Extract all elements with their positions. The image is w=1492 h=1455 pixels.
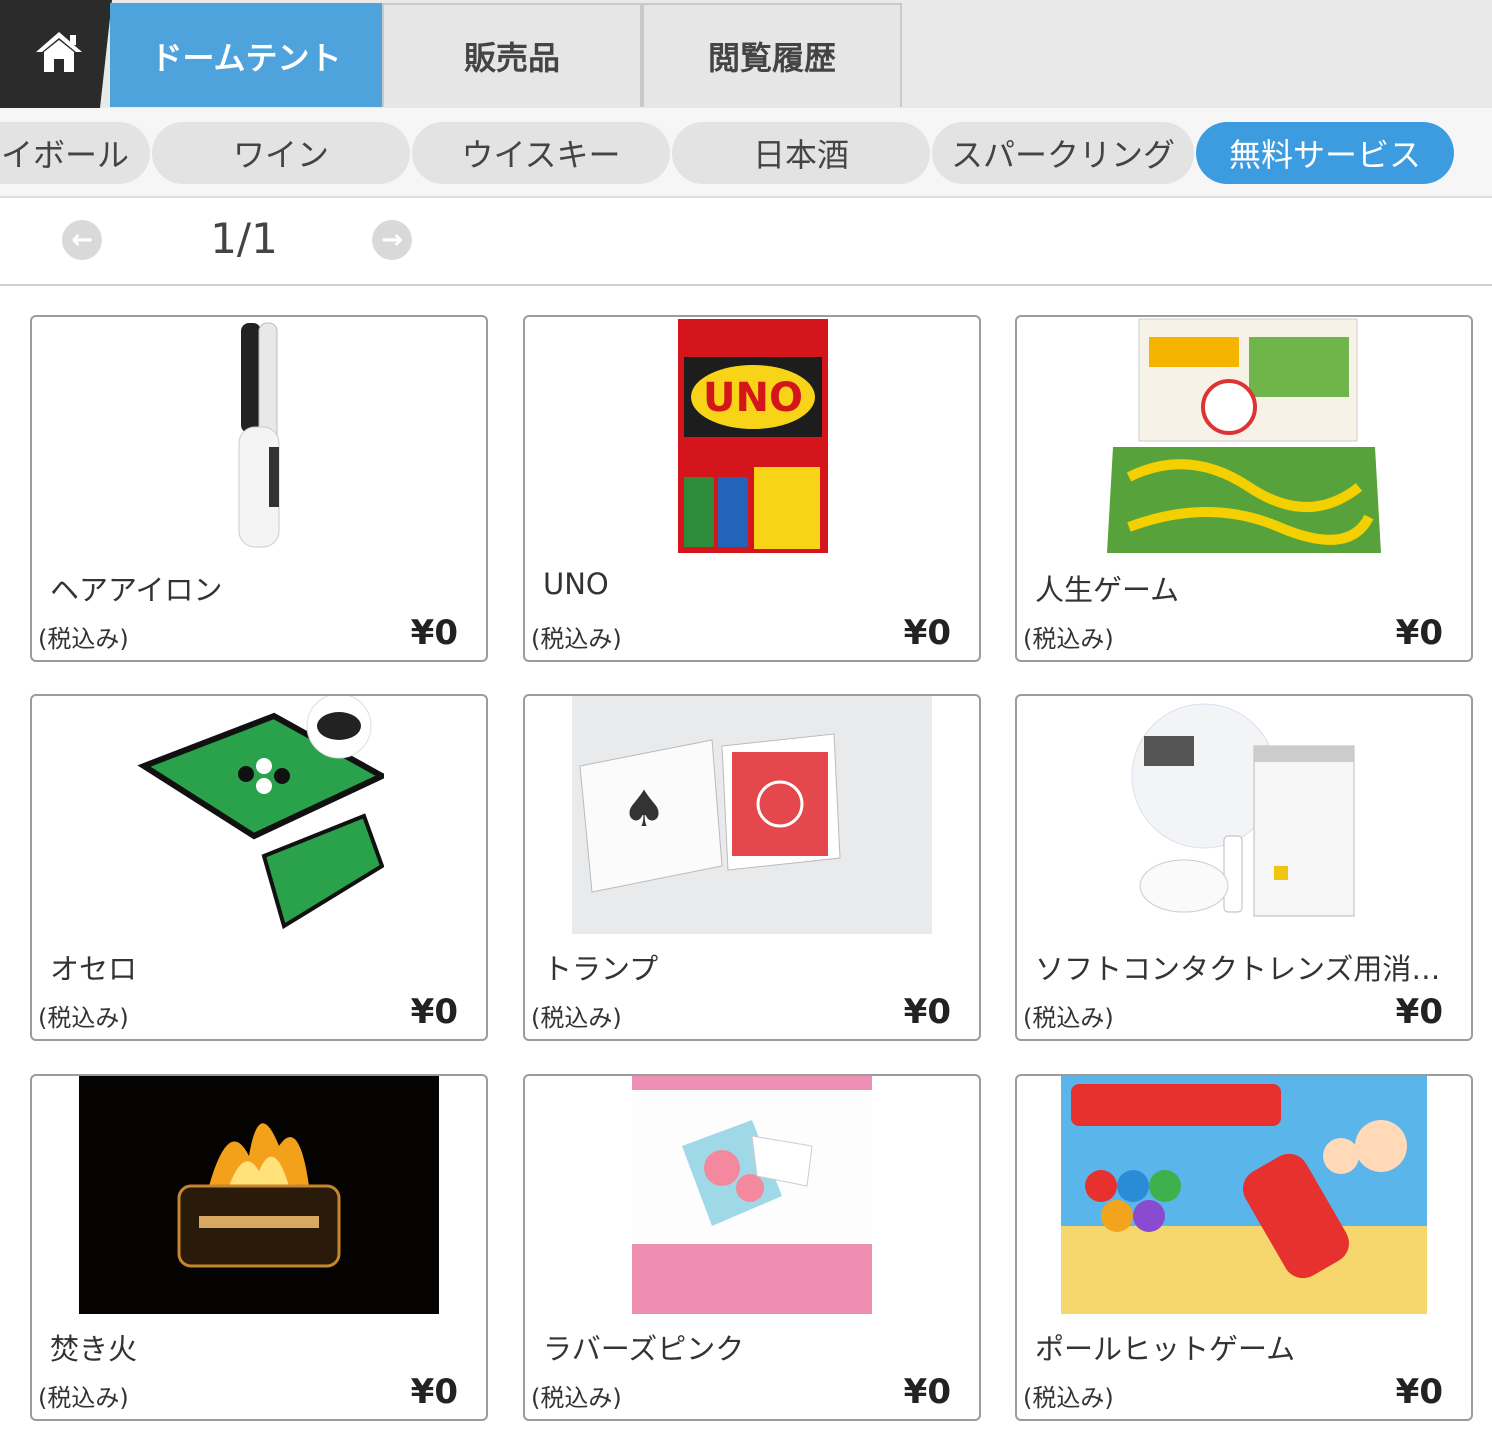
product-name: ラバーズピンク: [543, 1332, 745, 1366]
home-icon: [34, 30, 84, 78]
tax-label: (税込み): [38, 1004, 129, 1032]
tax-label: (税込み): [531, 1004, 622, 1032]
product-price: ¥0: [1395, 992, 1443, 1032]
arrow-left-icon: ←: [71, 225, 93, 255]
category-free-service[interactable]: 無料サービス: [1196, 122, 1454, 184]
product-name: UNO: [543, 567, 609, 601]
product-name: オセロ: [50, 952, 138, 986]
product-name: ポールヒットゲーム: [1035, 1332, 1296, 1366]
pole-hit-game-image: [1017, 1076, 1471, 1314]
product-card[interactable]: オセロ (税込み) ¥0: [30, 694, 488, 1041]
bonfire-image: [32, 1076, 486, 1314]
product-name: 人生ゲーム: [1035, 573, 1180, 607]
product-price: ¥0: [903, 992, 951, 1032]
tax-label: (税込み): [38, 625, 129, 653]
category-whisky[interactable]: ウイスキー: [412, 122, 670, 184]
category-sake[interactable]: 日本酒: [672, 122, 930, 184]
page-indicator: 1/1: [210, 214, 278, 263]
game-of-life-image: [1017, 317, 1471, 555]
category-highball[interactable]: イボール: [0, 122, 150, 184]
tax-label: (税込み): [1023, 1384, 1114, 1412]
product-price: ¥0: [410, 613, 458, 653]
svg-text:♠: ♠: [622, 780, 667, 838]
category-wine[interactable]: ワイン: [152, 122, 410, 184]
arrow-right-icon: →: [381, 225, 403, 255]
product-card[interactable]: 人生ゲーム (税込み) ¥0: [1015, 315, 1473, 662]
othello-board-image: [32, 696, 486, 934]
tab-dome-tent[interactable]: ドームテント: [110, 3, 382, 107]
product-name: ヘアアイロン: [50, 573, 223, 607]
prev-page-button[interactable]: ←: [62, 220, 102, 260]
tab-for-sale[interactable]: 販売品: [382, 3, 642, 107]
tax-label: (税込み): [1023, 1004, 1114, 1032]
category-bar: イボール ワイン ウイスキー 日本酒 スパークリング 無料サービス: [0, 108, 1492, 198]
hair-iron-image: [32, 317, 486, 555]
category-sparkling[interactable]: スパークリング: [932, 122, 1194, 184]
pager: ← 1/1 →: [0, 198, 1492, 286]
product-price: ¥0: [903, 613, 951, 653]
product-card[interactable]: ♠ トランプ (税込み) ¥0: [523, 694, 981, 1041]
product-card[interactable]: ポールヒットゲーム (税込み) ¥0: [1015, 1074, 1473, 1421]
product-name: トランプ: [543, 952, 659, 986]
tab-history[interactable]: 閲覧履歴: [642, 3, 902, 107]
product-price: ¥0: [410, 992, 458, 1032]
contact-lens-kit-image: [1017, 696, 1471, 934]
svg-text:UNO: UNO: [703, 375, 803, 421]
uno-cards-image: UNO: [525, 317, 979, 555]
tax-label: (税込み): [531, 625, 622, 653]
product-card[interactable]: 焚き火 (税込み) ¥0: [30, 1074, 488, 1421]
product-card[interactable]: ヘアアイロン (税込み) ¥0: [30, 315, 488, 662]
product-name: ソフトコンタクトレンズ用消…: [1035, 952, 1441, 986]
product-name: 焚き火: [50, 1332, 138, 1366]
product-card[interactable]: ソフトコンタクトレンズ用消… (税込み) ¥0: [1015, 694, 1473, 1041]
product-price: ¥0: [1395, 613, 1443, 653]
top-tab-bar: ドームテント 販売品 閲覧履歴: [0, 0, 1492, 108]
next-page-button[interactable]: →: [372, 220, 412, 260]
lovers-pink-image: [525, 1076, 979, 1314]
product-card[interactable]: ラバーズピンク (税込み) ¥0: [523, 1074, 981, 1421]
home-button[interactable]: [0, 0, 112, 108]
tax-label: (税込み): [1023, 625, 1114, 653]
tax-label: (税込み): [531, 1384, 622, 1412]
product-price: ¥0: [410, 1372, 458, 1412]
product-card[interactable]: UNO UNO (税込み) ¥0: [523, 315, 981, 662]
product-price: ¥0: [1395, 1372, 1443, 1412]
playing-cards-image: ♠: [525, 696, 979, 934]
product-price: ¥0: [903, 1372, 951, 1412]
tax-label: (税込み): [38, 1384, 129, 1412]
